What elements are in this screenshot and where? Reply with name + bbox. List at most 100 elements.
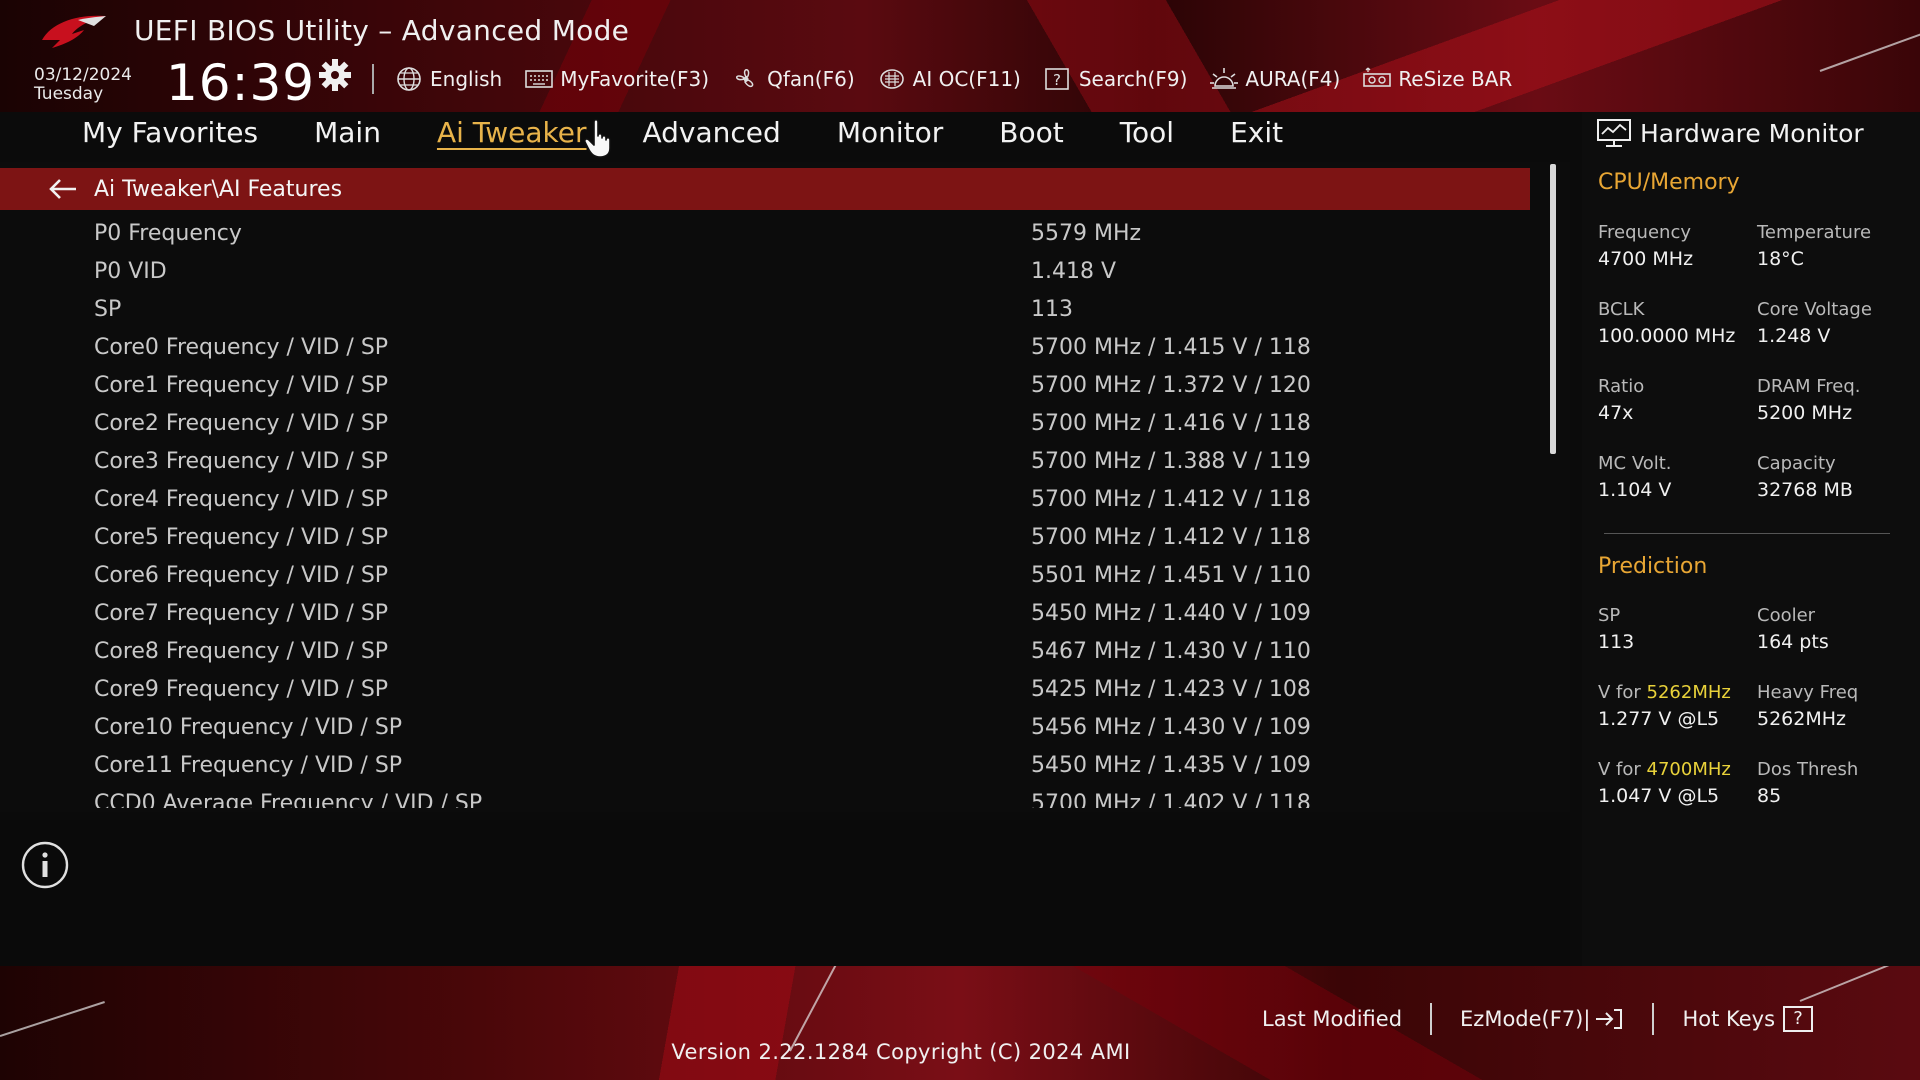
- tab-advanced[interactable]: Advanced: [643, 116, 781, 156]
- item-value: 5425 MHz / 1.423 V / 108: [1031, 676, 1311, 702]
- aura-button[interactable]: AURA(F4): [1209, 66, 1340, 92]
- item-label: Core8 Frequency / VID / SP: [94, 638, 389, 664]
- keyboard-icon: [525, 70, 554, 88]
- gear-icon[interactable]: [318, 58, 352, 92]
- hw-capacity-label: Capacity: [1757, 453, 1836, 474]
- day-text: Tuesday: [34, 84, 104, 104]
- item-value: 5501 MHz / 1.451 V / 110: [1031, 562, 1311, 588]
- list-item[interactable]: Core5 Frequency / VID / SP 5700 MHz / 1.4…: [0, 518, 1530, 556]
- item-label: Core3 Frequency / VID / SP: [94, 448, 389, 474]
- item-value: 5700 MHz / 1.412 V / 118: [1031, 486, 1311, 512]
- hw-bclk-value: 100.0000 MHz: [1598, 325, 1736, 347]
- item-value: 5700 MHz / 1.372 V / 120: [1031, 372, 1311, 398]
- qfan-button[interactable]: Qfan(F6): [731, 66, 855, 92]
- list-item[interactable]: Core6 Frequency / VID / SP 5501 MHz / 1.4…: [0, 556, 1530, 594]
- item-label: SP: [94, 296, 122, 322]
- list-item[interactable]: P0 VID 1.418 V: [0, 252, 1530, 290]
- hw-cooler: Cooler 164 pts: [1757, 605, 1917, 657]
- hw-v-for-2: V for 4700MHz 1.047 V @L5: [1598, 759, 1758, 811]
- list-item[interactable]: Core7 Frequency / VID / SP 5450 MHz / 1.4…: [0, 594, 1530, 632]
- search-button[interactable]: ? Search(F9): [1043, 66, 1188, 92]
- item-label: Core9 Frequency / VID / SP: [94, 676, 389, 702]
- hw-bclk-label: BCLK: [1598, 299, 1645, 320]
- item-value: 5450 MHz / 1.440 V / 109: [1031, 600, 1311, 626]
- back-arrow-icon[interactable]: [46, 176, 80, 202]
- help-panel: [0, 820, 1570, 966]
- item-value: 5456 MHz / 1.430 V / 109: [1031, 714, 1311, 740]
- hot-keys-label: Hot Keys: [1682, 1007, 1776, 1031]
- v-for-prefix: V for: [1598, 682, 1641, 703]
- item-value: 113: [1031, 296, 1073, 322]
- last-modified-label: Last Modified: [1262, 1007, 1403, 1031]
- item-label: Core11 Frequency / VID / SP: [94, 752, 403, 778]
- ai-oc-button[interactable]: AI OC(F11): [877, 66, 1021, 92]
- list-item[interactable]: Core9 Frequency / VID / SP 5425 MHz / 1.4…: [0, 670, 1530, 708]
- hw-core-voltage-value: 1.248 V: [1757, 325, 1831, 347]
- info-icon: [21, 841, 69, 889]
- tab-monitor[interactable]: Monitor: [837, 116, 943, 156]
- tab-tool[interactable]: Tool: [1120, 116, 1174, 156]
- list-item[interactable]: CCD0 Average Frequency / VID / SP 5700 MH…: [0, 784, 1530, 809]
- date-display: 03/12/2024 Tuesday: [34, 66, 132, 104]
- list-item[interactable]: Core1 Frequency / VID / SP 5700 MHz / 1.3…: [0, 366, 1530, 404]
- item-label: Core2 Frequency / VID / SP: [94, 410, 389, 436]
- resize-bar-button[interactable]: ReSize BAR: [1362, 66, 1512, 92]
- hw-cooler-value: 164 pts: [1757, 631, 1829, 653]
- hw-dos-thresh-value: 85: [1757, 785, 1782, 807]
- breadcrumb[interactable]: Ai Tweaker\AI Features: [0, 168, 1530, 210]
- list-item[interactable]: Core11 Frequency / VID / SP 5450 MHz / 1.…: [0, 746, 1530, 784]
- hardware-monitor-header: Hardware Monitor: [1596, 118, 1864, 148]
- footer-actions: Last Modified EzMode(F7)| Hot Keys ?: [1262, 1002, 1814, 1036]
- search-label: Search(F9): [1078, 67, 1188, 91]
- hw-divider: [1604, 533, 1890, 534]
- tab-exit[interactable]: Exit: [1230, 116, 1283, 156]
- myfavorite-button[interactable]: MyFavorite(F3): [524, 66, 709, 92]
- v-for-freq: 4700MHz: [1646, 759, 1731, 780]
- ai-oc-icon: [879, 69, 904, 89]
- list-item[interactable]: Core4 Frequency / VID / SP 5700 MHz / 1.4…: [0, 480, 1530, 518]
- hw-temperature: Temperature 18°C: [1757, 222, 1917, 274]
- item-label: Core7 Frequency / VID / SP: [94, 600, 389, 626]
- hw-v-for-1-label: V for 5262MHz: [1598, 682, 1758, 704]
- ezmode-button[interactable]: EzMode(F7)|: [1460, 1007, 1624, 1031]
- list-item[interactable]: Core3 Frequency / VID / SP 5700 MHz / 1.3…: [0, 442, 1530, 480]
- myfavorite-label: MyFavorite(F3): [560, 67, 710, 91]
- v-for-freq: 5262MHz: [1646, 682, 1731, 703]
- exit-arrow-icon: [1596, 1009, 1623, 1029]
- hot-keys-button[interactable]: Hot Keys ?: [1682, 1006, 1814, 1032]
- monitor-icon: [1597, 119, 1631, 147]
- hw-heavy-freq-value: 5262MHz: [1757, 708, 1847, 730]
- list-item[interactable]: Core0 Frequency / VID / SP 5700 MHz / 1.4…: [0, 328, 1530, 366]
- resize-bar-label: ReSize BAR: [1398, 67, 1513, 91]
- tab-main[interactable]: Main: [314, 116, 381, 156]
- hw-frequency-value: 4700 MHz: [1598, 248, 1694, 270]
- hw-v-for-1: V for 5262MHz 1.277 V @L5: [1598, 682, 1758, 734]
- item-value: 5700 MHz / 1.412 V / 118: [1031, 524, 1311, 550]
- hw-mc-volt-label: MC Volt.: [1598, 453, 1672, 474]
- item-label: P0 VID: [94, 258, 167, 284]
- list-item[interactable]: Core10 Frequency / VID / SP 5456 MHz / 1.…: [0, 708, 1530, 746]
- list-item[interactable]: P0 Frequency 5579 MHz: [0, 214, 1530, 252]
- footer-separator: [1430, 1003, 1433, 1035]
- hw-dram-freq: DRAM Freq. 5200 MHz: [1757, 376, 1917, 428]
- hw-v-for-1-value: 1.277 V @L5: [1598, 708, 1720, 730]
- list-item[interactable]: SP 113: [0, 290, 1530, 328]
- language-button[interactable]: English: [394, 66, 502, 92]
- tab-boot[interactable]: Boot: [999, 116, 1063, 156]
- list-item[interactable]: Core2 Frequency / VID / SP 5700 MHz / 1.4…: [0, 404, 1530, 442]
- version-footer: Version 2.22.1284 Copyright (C) 2024 AMI: [0, 1040, 1920, 1064]
- hw-cooler-label: Cooler: [1757, 605, 1816, 626]
- hw-dram-freq-value: 5200 MHz: [1757, 402, 1853, 424]
- last-modified-button[interactable]: Last Modified: [1262, 1007, 1402, 1031]
- hw-core-voltage-label: Core Voltage: [1757, 299, 1872, 320]
- tab-my-favorites[interactable]: My Favorites: [82, 116, 258, 156]
- item-value: 5700 MHz / 1.415 V / 118: [1031, 334, 1311, 360]
- hw-dram-freq-label: DRAM Freq.: [1757, 376, 1861, 397]
- date-text: 03/12/2024: [34, 65, 132, 85]
- breadcrumb-text: Ai Tweaker\AI Features: [94, 176, 343, 202]
- list-item[interactable]: Core8 Frequency / VID / SP 5467 MHz / 1.4…: [0, 632, 1530, 670]
- scrollbar[interactable]: [1550, 164, 1556, 454]
- item-label: Core0 Frequency / VID / SP: [94, 334, 389, 360]
- hw-heavy-freq: Heavy Freq 5262MHz: [1757, 682, 1917, 734]
- tab-ai-tweaker[interactable]: Ai Tweaker: [437, 116, 587, 156]
